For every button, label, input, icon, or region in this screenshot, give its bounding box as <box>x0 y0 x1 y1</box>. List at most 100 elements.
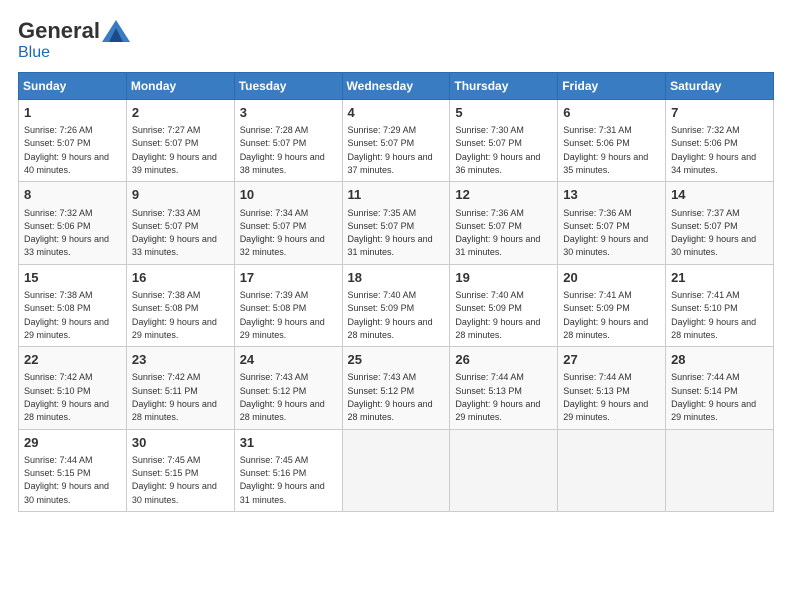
day-number: 16 <box>132 269 229 287</box>
day-info: Sunrise: 7:36 AMSunset: 5:07 PMDaylight:… <box>563 208 648 258</box>
calendar-day-cell: 13 Sunrise: 7:36 AMSunset: 5:07 PMDayligh… <box>558 182 666 264</box>
day-number: 18 <box>348 269 445 287</box>
calendar-week-row: 8 Sunrise: 7:32 AMSunset: 5:06 PMDaylight… <box>19 182 774 264</box>
calendar-day-cell <box>450 429 558 511</box>
day-number: 21 <box>671 269 768 287</box>
calendar-day-cell: 11 Sunrise: 7:35 AMSunset: 5:07 PMDayligh… <box>342 182 450 264</box>
calendar-day-cell: 18Sunrise: 7:40 AMSunset: 5:09 PMDayligh… <box>342 264 450 346</box>
calendar-week-row: 22 Sunrise: 7:42 AMSunset: 5:10 PMDayligh… <box>19 347 774 429</box>
calendar-day-header: Thursday <box>450 73 558 100</box>
day-number: 3 <box>240 104 337 122</box>
calendar-table: SundayMondayTuesdayWednesdayThursdayFrid… <box>18 72 774 512</box>
logo-icon <box>102 20 130 42</box>
day-info: Sunrise: 7:44 AMSunset: 5:13 PMDaylight:… <box>563 372 648 422</box>
day-number: 11 <box>348 186 445 204</box>
day-number: 6 <box>563 104 660 122</box>
page-container: General Blue SundayMondayTuesdayWednesda… <box>0 0 792 522</box>
day-info: Sunrise: 7:43 AMSunset: 5:12 PMDaylight:… <box>348 372 433 422</box>
logo-blue-text: Blue <box>18 44 50 61</box>
calendar-day-cell: 25 Sunrise: 7:43 AMSunset: 5:12 PMDayligh… <box>342 347 450 429</box>
day-number: 26 <box>455 351 552 369</box>
day-number: 2 <box>132 104 229 122</box>
day-info: Sunrise: 7:37 AMSunset: 5:07 PMDaylight:… <box>671 208 756 258</box>
day-info: Sunrise: 7:30 AMSunset: 5:07 PMDaylight:… <box>455 125 540 175</box>
day-number: 17 <box>240 269 337 287</box>
day-info: Sunrise: 7:32 AMSunset: 5:06 PMDaylight:… <box>24 208 109 258</box>
day-info: Sunrise: 7:45 AMSunset: 5:15 PMDaylight:… <box>132 455 217 505</box>
calendar-day-cell: 24Sunrise: 7:43 AMSunset: 5:12 PMDayligh… <box>234 347 342 429</box>
day-number: 14 <box>671 186 768 204</box>
calendar-week-row: 29Sunrise: 7:44 AMSunset: 5:15 PMDayligh… <box>19 429 774 511</box>
day-info: Sunrise: 7:38 AMSunset: 5:08 PMDaylight:… <box>24 290 109 340</box>
logo: General Blue <box>18 18 130 62</box>
calendar-day-cell: 9 Sunrise: 7:33 AMSunset: 5:07 PMDaylight… <box>126 182 234 264</box>
day-number: 12 <box>455 186 552 204</box>
calendar-day-header: Friday <box>558 73 666 100</box>
calendar-day-cell: 12Sunrise: 7:36 AMSunset: 5:07 PMDayligh… <box>450 182 558 264</box>
day-number: 9 <box>132 186 229 204</box>
calendar-day-cell: 23Sunrise: 7:42 AMSunset: 5:11 PMDayligh… <box>126 347 234 429</box>
calendar-day-cell: 17 Sunrise: 7:39 AMSunset: 5:08 PMDayligh… <box>234 264 342 346</box>
calendar-day-cell: 1 Sunrise: 7:26 AMSunset: 5:07 PMDaylight… <box>19 100 127 182</box>
day-number: 31 <box>240 434 337 452</box>
day-number: 25 <box>348 351 445 369</box>
day-number: 4 <box>348 104 445 122</box>
calendar-day-header: Sunday <box>19 73 127 100</box>
day-info: Sunrise: 7:39 AMSunset: 5:08 PMDaylight:… <box>240 290 325 340</box>
calendar-day-cell <box>342 429 450 511</box>
calendar-day-cell: 6 Sunrise: 7:31 AMSunset: 5:06 PMDaylight… <box>558 100 666 182</box>
calendar-day-header: Saturday <box>666 73 774 100</box>
calendar-day-cell: 7 Sunrise: 7:32 AMSunset: 5:06 PMDaylight… <box>666 100 774 182</box>
day-number: 19 <box>455 269 552 287</box>
day-info: Sunrise: 7:43 AMSunset: 5:12 PMDaylight:… <box>240 372 325 422</box>
day-info: Sunrise: 7:34 AMSunset: 5:07 PMDaylight:… <box>240 208 325 258</box>
day-number: 7 <box>671 104 768 122</box>
day-info: Sunrise: 7:31 AMSunset: 5:06 PMDaylight:… <box>563 125 648 175</box>
day-info: Sunrise: 7:33 AMSunset: 5:07 PMDaylight:… <box>132 208 217 258</box>
calendar-day-cell <box>558 429 666 511</box>
calendar-body: 1 Sunrise: 7:26 AMSunset: 5:07 PMDaylight… <box>19 100 774 512</box>
calendar-day-cell: 20 Sunrise: 7:41 AMSunset: 5:09 PMDayligh… <box>558 264 666 346</box>
calendar-day-header: Wednesday <box>342 73 450 100</box>
calendar-week-row: 1 Sunrise: 7:26 AMSunset: 5:07 PMDaylight… <box>19 100 774 182</box>
calendar-day-header: Tuesday <box>234 73 342 100</box>
day-number: 22 <box>24 351 121 369</box>
day-number: 8 <box>24 186 121 204</box>
day-number: 15 <box>24 269 121 287</box>
calendar-day-cell: 4 Sunrise: 7:29 AMSunset: 5:07 PMDaylight… <box>342 100 450 182</box>
calendar-day-cell: 26Sunrise: 7:44 AMSunset: 5:13 PMDayligh… <box>450 347 558 429</box>
logo-general-text: General <box>18 18 100 44</box>
day-info: Sunrise: 7:44 AMSunset: 5:14 PMDaylight:… <box>671 372 756 422</box>
day-info: Sunrise: 7:32 AMSunset: 5:06 PMDaylight:… <box>671 125 756 175</box>
day-info: Sunrise: 7:45 AMSunset: 5:16 PMDaylight:… <box>240 455 325 505</box>
day-info: Sunrise: 7:35 AMSunset: 5:07 PMDaylight:… <box>348 208 433 258</box>
day-number: 10 <box>240 186 337 204</box>
day-number: 23 <box>132 351 229 369</box>
calendar-day-cell: 21Sunrise: 7:41 AMSunset: 5:10 PMDayligh… <box>666 264 774 346</box>
day-number: 13 <box>563 186 660 204</box>
calendar-day-cell: 27 Sunrise: 7:44 AMSunset: 5:13 PMDayligh… <box>558 347 666 429</box>
calendar-day-cell: 19 Sunrise: 7:40 AMSunset: 5:09 PMDayligh… <box>450 264 558 346</box>
day-number: 30 <box>132 434 229 452</box>
day-info: Sunrise: 7:27 AMSunset: 5:07 PMDaylight:… <box>132 125 217 175</box>
calendar-day-header: Monday <box>126 73 234 100</box>
calendar-day-cell: 16 Sunrise: 7:38 AMSunset: 5:08 PMDayligh… <box>126 264 234 346</box>
day-info: Sunrise: 7:29 AMSunset: 5:07 PMDaylight:… <box>348 125 433 175</box>
day-number: 20 <box>563 269 660 287</box>
day-number: 1 <box>24 104 121 122</box>
day-info: Sunrise: 7:38 AMSunset: 5:08 PMDaylight:… <box>132 290 217 340</box>
calendar-day-cell: 8 Sunrise: 7:32 AMSunset: 5:06 PMDaylight… <box>19 182 127 264</box>
calendar-day-cell: 2 Sunrise: 7:27 AMSunset: 5:07 PMDaylight… <box>126 100 234 182</box>
calendar-week-row: 15 Sunrise: 7:38 AMSunset: 5:08 PMDayligh… <box>19 264 774 346</box>
calendar-day-cell: 5Sunrise: 7:30 AMSunset: 5:07 PMDaylight… <box>450 100 558 182</box>
day-number: 27 <box>563 351 660 369</box>
day-info: Sunrise: 7:42 AMSunset: 5:10 PMDaylight:… <box>24 372 109 422</box>
day-info: Sunrise: 7:44 AMSunset: 5:15 PMDaylight:… <box>24 455 109 505</box>
calendar-day-cell: 28Sunrise: 7:44 AMSunset: 5:14 PMDayligh… <box>666 347 774 429</box>
day-info: Sunrise: 7:40 AMSunset: 5:09 PMDaylight:… <box>455 290 540 340</box>
calendar-day-cell: 30 Sunrise: 7:45 AMSunset: 5:15 PMDayligh… <box>126 429 234 511</box>
day-info: Sunrise: 7:41 AMSunset: 5:09 PMDaylight:… <box>563 290 648 340</box>
calendar-day-cell: 3Sunrise: 7:28 AMSunset: 5:07 PMDaylight… <box>234 100 342 182</box>
calendar-day-cell: 14 Sunrise: 7:37 AMSunset: 5:07 PMDayligh… <box>666 182 774 264</box>
day-info: Sunrise: 7:26 AMSunset: 5:07 PMDaylight:… <box>24 125 109 175</box>
